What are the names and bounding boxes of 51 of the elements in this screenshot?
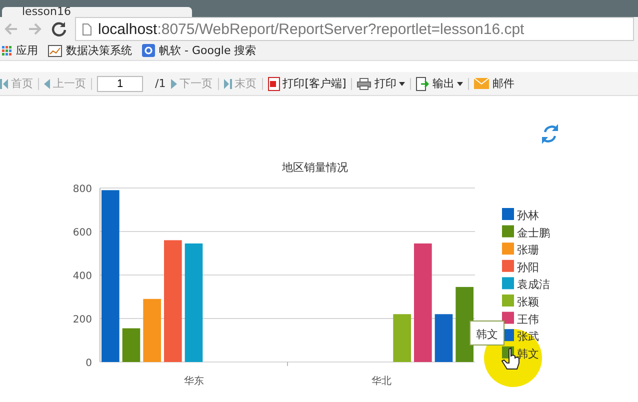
legend-label: 王伟 [517, 312, 539, 326]
apps-grid-icon [2, 46, 12, 56]
axis-category-label: 华北 [371, 376, 392, 387]
bookmark[interactable]: 应用 [2, 43, 38, 58]
google-icon [142, 44, 155, 58]
legend-label: 金士鹏 [517, 226, 550, 240]
toolbar-button[interactable]: 输出 [416, 76, 464, 92]
last-page-icon [224, 78, 232, 89]
legend-item[interactable]: 孙林 [502, 208, 539, 222]
export-icon [416, 76, 430, 91]
tooltip: 韩文 [470, 320, 504, 346]
bookmark[interactable]: 帆软 - Google 搜索 [142, 43, 256, 58]
legend-item[interactable]: 张颖 [502, 294, 539, 308]
legend-item[interactable]: 袁成洁 [502, 277, 550, 292]
chart-title: 地区销量情况 [282, 161, 348, 174]
caret-icon [399, 82, 406, 86]
pdf-icon [268, 76, 280, 91]
previous-page-icon [44, 78, 50, 89]
legend-item[interactable]: 孙阳 [502, 260, 539, 274]
toolbar-button[interactable]: 打印[客户端] [268, 76, 346, 92]
caret-icon [457, 82, 464, 86]
chart-icon [48, 44, 62, 57]
axis-category-label: 华东 [184, 376, 204, 387]
axis-tick-label: 200 [72, 314, 92, 326]
axis-tick-label: 800 [72, 184, 92, 195]
legend-label: 孙林 [517, 209, 539, 222]
browser-tab[interactable]: lesson16 [2, 6, 192, 17]
reload-icon[interactable] [51, 21, 67, 38]
mail-icon [474, 78, 490, 90]
printer-icon [357, 78, 372, 90]
axis-tick-label: 600 [72, 228, 92, 238]
legend-label: 袁成洁 [517, 278, 550, 292]
legend-item[interactable]: 王伟 [502, 312, 539, 326]
legend-label: 张颖 [517, 296, 539, 308]
axis-tick-label: 0 [86, 358, 92, 369]
legend-label: 孙阳 [517, 260, 539, 274]
legend-item[interactable]: 金士鹏 [502, 225, 550, 240]
refresh-icon[interactable] [542, 124, 558, 144]
page-icon [82, 22, 92, 36]
toolbar-button[interactable]: 邮件 [474, 76, 514, 92]
toolbar-button[interactable]: 打印 [357, 76, 406, 92]
axis-tick-label: 400 [72, 271, 92, 282]
first-page-icon [0, 78, 8, 89]
legend-item[interactable]: 张珊 [502, 242, 539, 257]
page-number-field[interactable]: 1 [97, 76, 143, 92]
legend-label: 韩文 [517, 347, 539, 360]
address-bar[interactable]: localhost:8075/WebReport/ReportServer?reportlet=lesson16.cpt [75, 17, 634, 42]
page-total: /1 [155, 77, 166, 90]
bookmark[interactable]: 数据决策系统 [48, 43, 132, 58]
legend-label: 张珊 [517, 244, 539, 257]
next-page-icon [170, 78, 177, 89]
